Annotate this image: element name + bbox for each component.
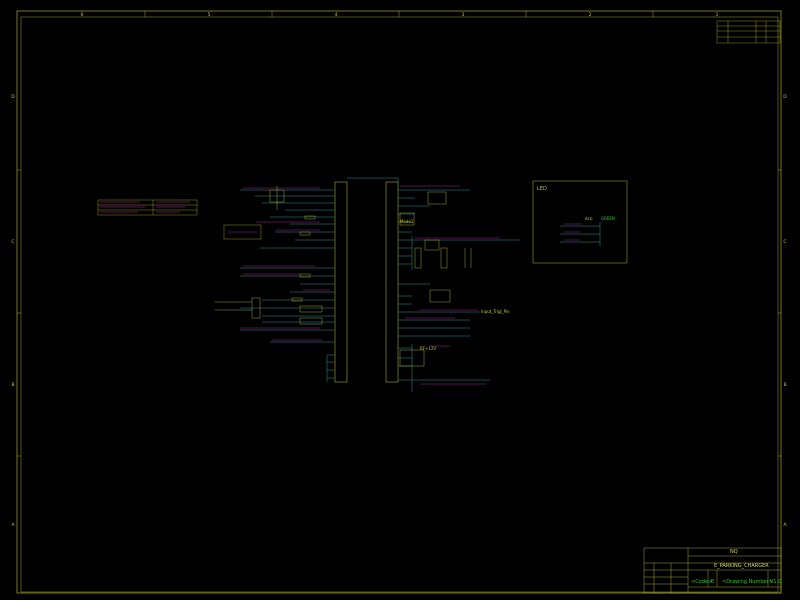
title-company: NQ <box>730 549 738 555</box>
net-label-mode: Mode1 <box>400 219 414 224</box>
title-revision: V1.0 <box>770 579 782 585</box>
row-label: B <box>783 382 786 388</box>
row-label: B <box>11 382 14 388</box>
net-label-trigger: Input_Trigl_Pin <box>481 309 510 314</box>
led-net-green: GREEN <box>601 216 615 221</box>
column-label: 2 <box>589 12 592 18</box>
resistor <box>291 297 303 302</box>
led-group[interactable]: LED RED GREEN <box>532 180 628 264</box>
mcu-left-nets <box>240 189 335 382</box>
connector <box>299 305 323 313</box>
led-group-label: LED <box>537 186 547 192</box>
mcu-right-nets <box>398 189 520 392</box>
row-label: C <box>11 239 14 245</box>
led-net-red: RED <box>585 217 593 221</box>
mcu-ic[interactable] <box>334 177 399 383</box>
sheet-inner-border <box>20 16 779 593</box>
connector <box>299 317 323 325</box>
mosfet <box>424 239 440 251</box>
column-label: 3 <box>462 12 465 18</box>
column-label: 1 <box>716 12 719 18</box>
test-point-box <box>429 289 451 303</box>
regulator <box>427 191 447 205</box>
capacitor-block <box>414 247 422 269</box>
title-block <box>643 547 782 594</box>
resistor <box>299 273 311 278</box>
column-label: 5 <box>208 12 211 18</box>
resistor <box>299 231 311 236</box>
row-label: D <box>11 94 15 100</box>
row-label: C <box>783 239 786 245</box>
net-label-rf12v: RF+12V <box>420 346 437 351</box>
capacitor-block <box>440 247 448 269</box>
row-label: A <box>783 522 787 528</box>
row-label: A <box>11 522 15 528</box>
schematic-sheet[interactable]: 6 5 4 3 2 1 D C B A D C B A LED RED GREE… <box>0 0 800 600</box>
title-drawing-number: <Drawing Number> <box>722 579 773 585</box>
resistor <box>304 215 316 220</box>
column-label: 4 <box>335 12 338 18</box>
title-size: E <box>711 579 715 585</box>
revision-table <box>716 20 781 44</box>
title-code: <Code> <box>691 579 713 585</box>
sheet-outer-border <box>16 10 782 594</box>
row-label: D <box>783 94 787 100</box>
title-project: E_PARKING_CHARGER <box>714 563 769 569</box>
column-label: 6 <box>81 12 84 18</box>
